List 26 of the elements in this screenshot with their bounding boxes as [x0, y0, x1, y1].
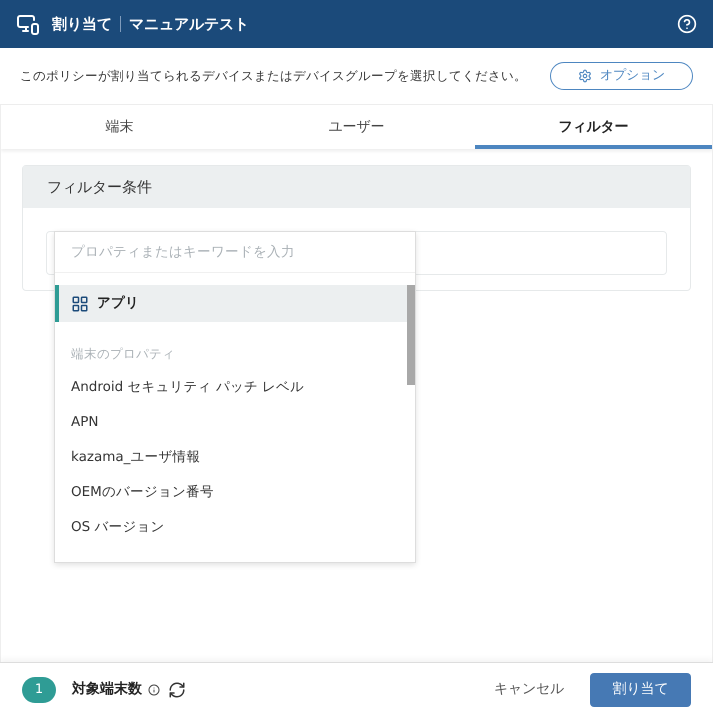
scrollbar-thumb[interactable]	[407, 285, 415, 385]
menu-item[interactable]: kazama_ユーザ情報	[55, 440, 407, 475]
help-icon[interactable]	[677, 14, 697, 34]
menu-item[interactable]: アプリ	[55, 285, 407, 322]
refresh-icon[interactable]	[168, 680, 186, 698]
options-button[interactable]: オプション	[550, 62, 693, 90]
description-text: このポリシーが割り当てられるデバイスまたはデバイスグループを選択してください。	[20, 66, 527, 85]
tab[interactable]: ユーザー	[238, 105, 475, 149]
info-icon[interactable]	[148, 684, 160, 696]
assign-button[interactable]: 割り当て	[590, 672, 691, 706]
window-title: 割り当て	[52, 14, 112, 35]
search-field[interactable]: プロパティまたはキーワードを入力	[55, 232, 415, 273]
window-subtitle: マニュアルテスト	[129, 14, 249, 35]
menu-item[interactable]: OEMのバージョン番号	[55, 475, 407, 510]
count-label: 対象端末数	[72, 680, 142, 699]
settings-icon	[578, 69, 592, 83]
count-badge: 1	[22, 676, 56, 702]
cancel-button[interactable]: キャンセル	[482, 672, 576, 706]
tab[interactable]: 端末	[1, 105, 238, 149]
menu-item[interactable]: Android セキュリティ パッチ レベル	[55, 370, 407, 405]
panel-title: フィルター条件	[47, 176, 152, 198]
menu-item[interactable]: APN	[55, 405, 407, 440]
section-header: 端末のプロパティ	[71, 345, 175, 364]
menu-item[interactable]: OS バージョン	[55, 510, 407, 545]
tab[interactable]: フィルター	[475, 105, 712, 149]
devices-icon	[16, 12, 40, 36]
